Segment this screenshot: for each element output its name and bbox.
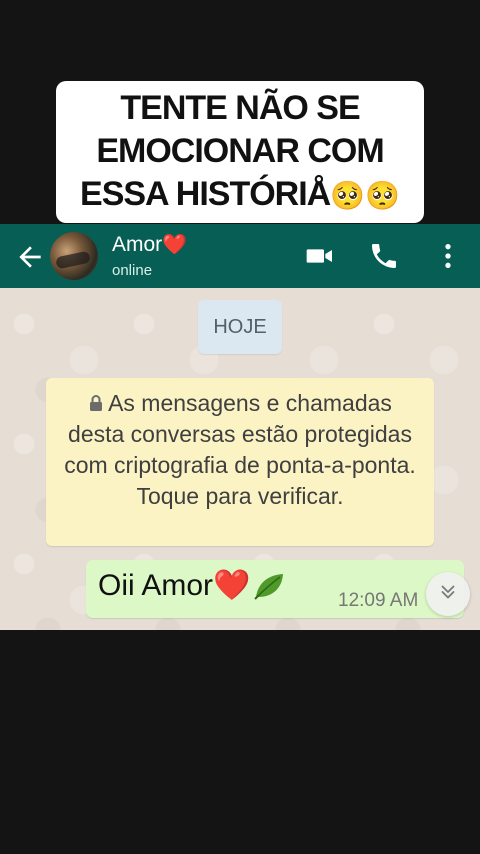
pleading-face-emoji: 🥺🥺 [330, 180, 400, 211]
caption-line-3-text: ESSA HISTÓRIÅ [80, 175, 331, 213]
contact-name[interactable]: Amor❤️ [112, 232, 187, 257]
video-call-icon[interactable] [304, 240, 336, 272]
double-chevron-down-icon [437, 581, 459, 607]
caption-line-1: TENTE NÃO SE [120, 89, 360, 127]
heart-emoji: ❤️ [213, 569, 251, 602]
caption-card: TENTE NÃO SE EMOCIONAR COM ESSA HISTÓRIÅ… [56, 81, 424, 223]
outgoing-message[interactable]: Oii Amor❤️ 12:09 AM [86, 560, 464, 618]
heart-emoji: ❤️ [162, 234, 188, 256]
leaf-icon [252, 571, 286, 601]
caption-line-3: ESSA HISTÓRIÅ🥺🥺 [80, 173, 400, 217]
date-chip: HOJE [198, 300, 282, 354]
message-time: 12:09 AM [338, 590, 419, 611]
lock-icon [88, 389, 104, 411]
contact-name-text: Amor [112, 233, 163, 256]
avatar[interactable] [50, 232, 98, 280]
caption-line-2: EMOCIONAR COM [96, 132, 384, 170]
chat-area[interactable]: HOJE As mensagens e chamadas desta conve… [0, 288, 480, 630]
message-text-content: Oii Amor [98, 569, 214, 602]
contact-status: online [112, 262, 153, 279]
back-arrow-icon[interactable] [14, 241, 46, 273]
encryption-notice-text: As mensagens e chamadas desta conversas … [64, 390, 416, 509]
more-vert-icon[interactable] [432, 240, 464, 272]
phone-icon[interactable] [368, 240, 400, 272]
encryption-notice[interactable]: As mensagens e chamadas desta conversas … [46, 378, 434, 546]
chat-header: Amor❤️ online [0, 224, 480, 288]
message-text: Oii Amor❤️ [98, 568, 286, 603]
scroll-down-button[interactable] [426, 572, 470, 616]
